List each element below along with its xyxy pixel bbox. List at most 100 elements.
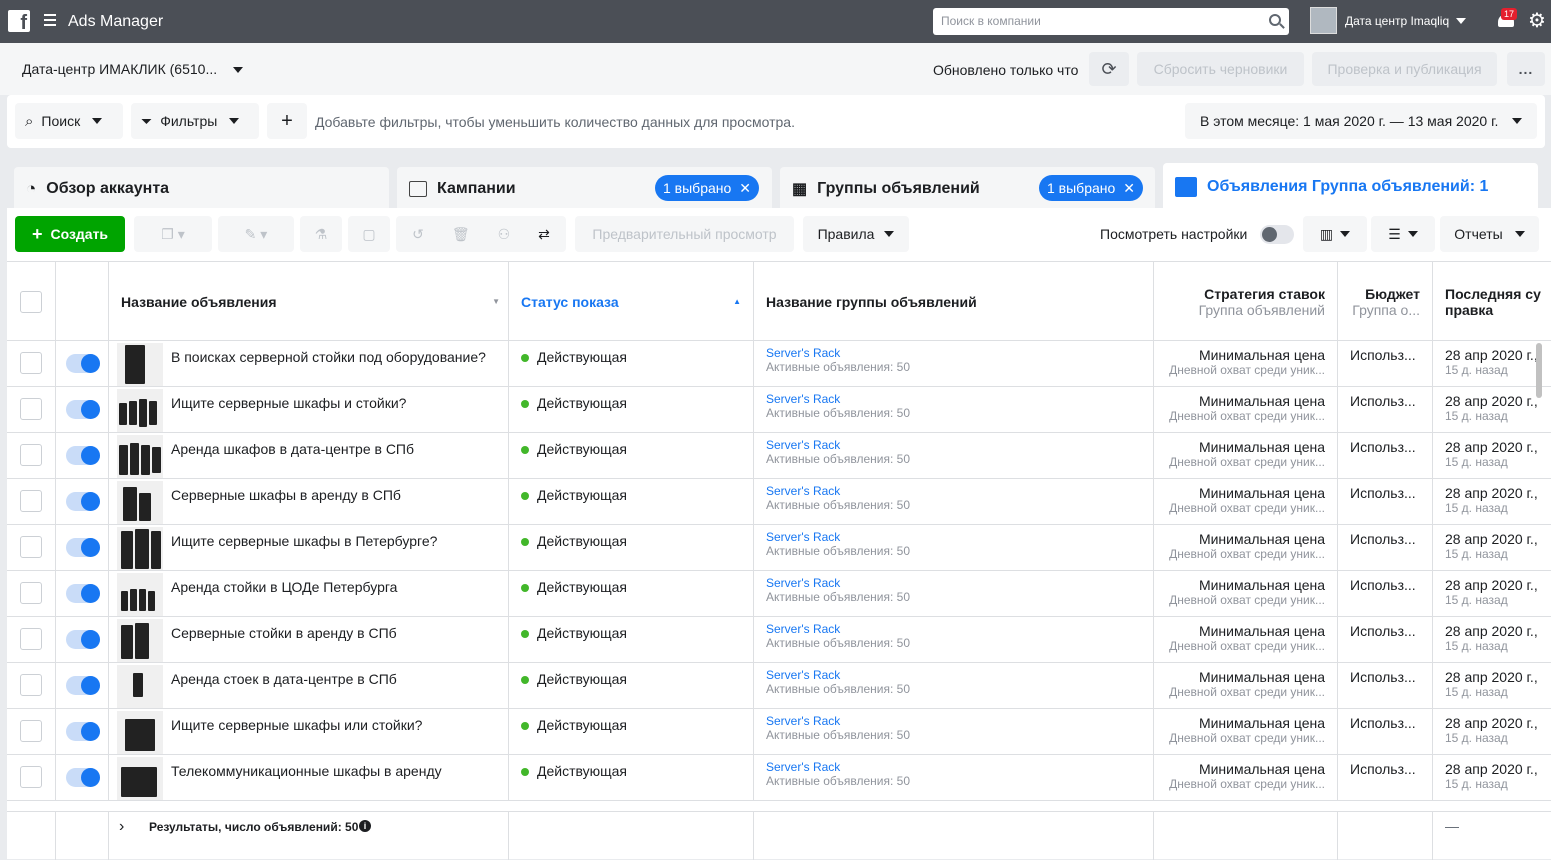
ad-name-link[interactable]: Аренда шкафов в дата-центре в СПб [171,441,414,457]
ad-set-link[interactable]: Server's Rack [766,392,1141,406]
ad-account-selector[interactable]: Дата-центр ИМАКЛИК (6510... [22,61,244,77]
table-row[interactable]: Ищите серверные шкафы в Петербурге? Дейс… [7,525,1551,571]
facebook-logo-icon[interactable]: f [8,10,30,33]
ad-name-link[interactable]: Серверные шкафы в аренду в СПб [171,487,401,503]
tab-account-overview[interactable]: ◔ Обзор аккаунта [14,167,389,210]
ad-name-link[interactable]: Ищите серверные шкафы или стойки? [171,717,422,733]
people-icon[interactable]: ⚇ [498,226,511,243]
clipboard-button[interactable]: ▢ [348,216,390,252]
row-checkbox[interactable] [20,490,42,512]
column-last-edit[interactable]: Последняя су правка [1433,262,1551,341]
ad-name-link[interactable]: В поисках серверной стойки под оборудова… [171,349,486,365]
table-row[interactable]: Телекоммуникационные шкафы в аренду Дейс… [7,755,1551,801]
ad-thumbnail[interactable] [117,389,163,432]
review-publish-button[interactable]: Проверка и публикация [1312,52,1497,86]
column-delivery-status[interactable]: Статус показа ▲ [509,262,754,341]
menu-icon[interactable] [44,14,56,29]
ad-thumbnail[interactable] [117,665,163,708]
ad-name-link[interactable]: Аренда стойки в ЦОДе Петербурга [171,579,397,595]
tab-campaigns[interactable]: Кампании 1 выбрано ✕ [397,167,772,210]
row-checkbox[interactable] [20,674,42,696]
ad-thumbnail[interactable] [117,527,163,570]
ad-on-off-toggle[interactable] [66,400,100,419]
ad-thumbnail[interactable] [117,481,163,524]
ad-thumbnail[interactable] [117,757,163,800]
tab-ads[interactable]: Объявления Группа объявлений: 1 [1163,163,1538,210]
search-button[interactable]: ⌕ Поиск [15,103,123,139]
selected-chip[interactable]: 1 выбрано ✕ [655,175,760,201]
ad-thumbnail[interactable] [117,573,163,616]
table-row[interactable]: Ищите серверные шкафы и стойки? Действую… [7,387,1551,433]
view-settings-toggle[interactable] [1260,225,1294,244]
trash-icon[interactable]: 🗑 [452,226,470,243]
reports-button[interactable]: Отчеты [1440,216,1539,252]
ad-on-off-toggle[interactable] [66,722,100,741]
table-row[interactable]: Аренда шкафов в дата-центре в СПб Действ… [7,433,1551,479]
ad-thumbnail[interactable] [117,343,163,386]
date-range-picker[interactable]: В этом месяце: 1 мая 2020 г. — 13 мая 20… [1185,103,1537,139]
more-button[interactable]: ... [1507,52,1545,86]
ad-on-off-toggle[interactable] [66,768,100,787]
table-row[interactable]: Серверные стойки в аренду в СПб Действую… [7,617,1551,663]
scrollbar[interactable] [1536,343,1542,398]
row-checkbox[interactable] [20,352,42,374]
ad-on-off-toggle[interactable] [66,446,100,465]
ad-thumbnail[interactable] [117,435,163,478]
ad-set-link[interactable]: Server's Rack [766,668,1141,682]
undo-icon[interactable]: ↺ [412,226,424,243]
table-row[interactable]: В поисках серверной стойки под оборудова… [7,341,1551,387]
breakdown-button[interactable]: ☰ [1371,216,1435,252]
select-all-checkbox[interactable] [20,290,42,313]
ad-on-off-toggle[interactable] [66,538,100,557]
column-budget[interactable]: Бюджет Группа о... [1338,262,1433,341]
reset-drafts-button[interactable]: Сбросить черновики [1137,52,1304,86]
row-checkbox[interactable] [20,536,42,558]
ad-on-off-toggle[interactable] [66,492,100,511]
row-checkbox[interactable] [20,582,42,604]
ad-thumbnail[interactable] [117,619,163,662]
column-bid-strategy[interactable]: Стратегия ставок Группа объявлений [1154,262,1338,341]
tab-ad-sets[interactable]: ▦ Группы объявлений 1 выбрано ✕ [780,167,1155,210]
filters-button[interactable]: ⏷ Фильтры [131,103,259,139]
ad-name-link[interactable]: Аренда стоек в дата-центре в СПб [171,671,397,687]
column-ad-set-name[interactable]: Название группы объявлений [754,262,1154,341]
ad-on-off-toggle[interactable] [66,584,100,603]
row-checkbox[interactable] [20,444,42,466]
table-row[interactable]: Аренда стойки в ЦОДе Петербурга Действую… [7,571,1551,617]
ad-set-link[interactable]: Server's Rack [766,346,1141,360]
table-row[interactable]: Аренда стоек в дата-центре в СПб Действу… [7,663,1551,709]
ad-set-link[interactable]: Server's Rack [766,576,1141,590]
ad-thumbnail[interactable] [117,711,163,754]
ad-set-link[interactable]: Server's Rack [766,622,1141,636]
ad-on-off-toggle[interactable] [66,630,100,649]
ad-name-link[interactable]: Ищите серверные шкафы в Петербурге? [171,533,437,549]
row-checkbox[interactable] [20,766,42,788]
rules-button[interactable]: Правила [803,216,909,252]
gear-icon[interactable]: ⚙ [1527,11,1547,31]
ad-name-link[interactable]: Телекоммуникационные шкафы в аренду [171,763,442,779]
ad-on-off-toggle[interactable] [66,676,100,695]
close-icon[interactable]: ✕ [1123,180,1135,197]
expand-chevron-icon[interactable]: › [119,818,124,836]
ad-set-link[interactable]: Server's Rack [766,438,1141,452]
add-filter-button[interactable]: + [267,103,307,139]
edit-button[interactable]: ✎ ▾ [218,216,294,252]
ad-name-link[interactable]: Ищите серверные шкафы и стойки? [171,395,406,411]
columns-button[interactable]: ▥ [1303,216,1367,252]
ad-set-link[interactable]: Server's Rack [766,484,1141,498]
company-search-input[interactable]: Поиск в компании [933,8,1289,35]
duplicate-button[interactable]: ❐ ▾ [134,216,212,252]
ab-test-button[interactable]: ⚗ [300,216,342,252]
column-ad-name[interactable]: Название объявления ▼ [109,262,509,341]
table-row[interactable]: Серверные шкафы в аренду в СПб Действующ… [7,479,1551,525]
preview-button[interactable]: Предварительный просмотр [575,216,794,252]
row-checkbox[interactable] [20,720,42,742]
close-icon[interactable]: ✕ [739,180,751,197]
info-icon[interactable]: i [359,820,371,832]
ad-name-link[interactable]: Серверные стойки в аренду в СПб [171,625,397,641]
ad-on-off-toggle[interactable] [66,354,100,373]
create-button[interactable]: + Создать [15,216,125,252]
selected-chip[interactable]: 1 выбрано ✕ [1039,175,1144,201]
ad-set-link[interactable]: Server's Rack [766,530,1141,544]
account-switcher[interactable]: Дата центр Imaqliq [1310,7,1467,34]
